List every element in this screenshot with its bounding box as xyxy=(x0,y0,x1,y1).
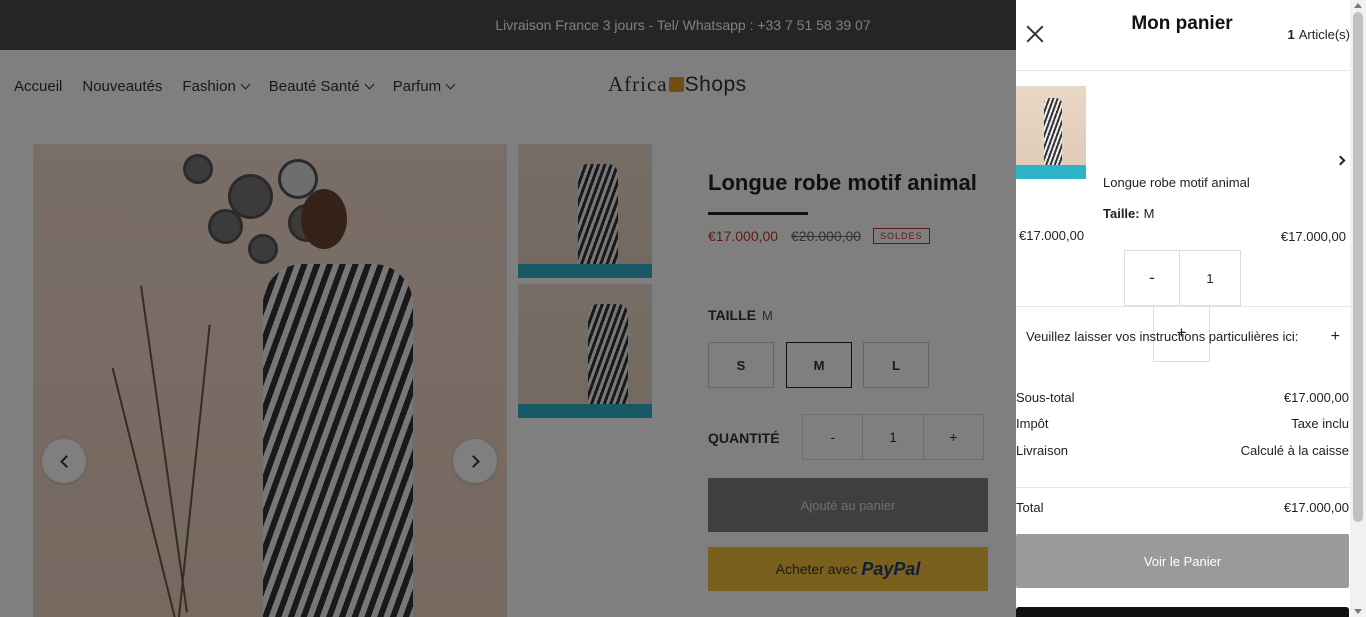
view-cart-button[interactable]: Voir le Panier xyxy=(1016,534,1349,588)
tax-value: Taxe inclu xyxy=(1291,416,1349,431)
cart-line-item: Longue robe motif animal Taille: M - 1 + xyxy=(1016,71,1350,362)
scrollbar[interactable] xyxy=(1350,0,1366,617)
scrollbar-thumb[interactable] xyxy=(1353,12,1363,522)
cart-item-unit-price: €17.000,00 xyxy=(1019,228,1085,243)
subtotal-row: Sous-total €17.000,00 xyxy=(1016,390,1350,405)
shipping-value: Calculé à la caisse xyxy=(1240,443,1349,458)
close-icon[interactable] xyxy=(1026,25,1044,43)
cart-drawer: Mon panier 1 Article(s) Longue robe motif… xyxy=(1016,0,1350,617)
cart-notes-label: Veuillez laisser vos instructions partic… xyxy=(1026,329,1299,344)
cart-count-label: Article(s) xyxy=(1298,27,1350,42)
subtotal-label: Sous-total xyxy=(1016,390,1075,405)
modal-overlay[interactable] xyxy=(0,0,1016,617)
scroll-up-arrow-icon[interactable] xyxy=(1354,3,1362,8)
cart-item-name[interactable]: Longue robe motif animal xyxy=(1103,175,1250,190)
scroll-down-arrow-icon[interactable] xyxy=(1354,609,1362,614)
cart-count-number: 1 xyxy=(1287,27,1295,42)
total-value: €17.000,00 xyxy=(1283,500,1349,515)
cart-qty-decrease-button[interactable]: - xyxy=(1124,250,1180,306)
cart-notes-toggle[interactable]: Veuillez laisser vos instructions partic… xyxy=(1016,306,1350,366)
cart-item-count: 1 Article(s) xyxy=(1287,27,1350,42)
tax-row: Impôt Taxe inclu xyxy=(1016,416,1350,431)
total-label: Total xyxy=(1016,500,1044,515)
shipping-row: Livraison Calculé à la caisse xyxy=(1016,443,1350,458)
checkout-button[interactable] xyxy=(1016,607,1349,617)
chevron-right-icon[interactable] xyxy=(1335,155,1346,166)
plus-icon: + xyxy=(1330,328,1340,345)
item-thumb-rug xyxy=(1016,165,1086,179)
cart-header: Mon panier 1 Article(s) xyxy=(1016,0,1350,71)
size-value: M xyxy=(1143,206,1155,221)
total-row: Total €17.000,00 xyxy=(1016,500,1350,515)
cart-item-size: Taille: M xyxy=(1103,206,1154,221)
item-thumb-dress xyxy=(1044,98,1062,166)
cart-title: Mon panier xyxy=(1131,13,1233,34)
subtotal-value: €17.000,00 xyxy=(1283,390,1349,405)
cart-item-image[interactable] xyxy=(1016,86,1086,179)
summary-divider xyxy=(1016,487,1350,488)
cart-qty-input[interactable]: 1 xyxy=(1179,250,1241,306)
shipping-label: Livraison xyxy=(1016,443,1069,458)
size-label: Taille: xyxy=(1103,206,1140,221)
tax-label: Impôt xyxy=(1016,416,1049,431)
cart-item-line-total: €17.000,00 xyxy=(1280,229,1346,244)
